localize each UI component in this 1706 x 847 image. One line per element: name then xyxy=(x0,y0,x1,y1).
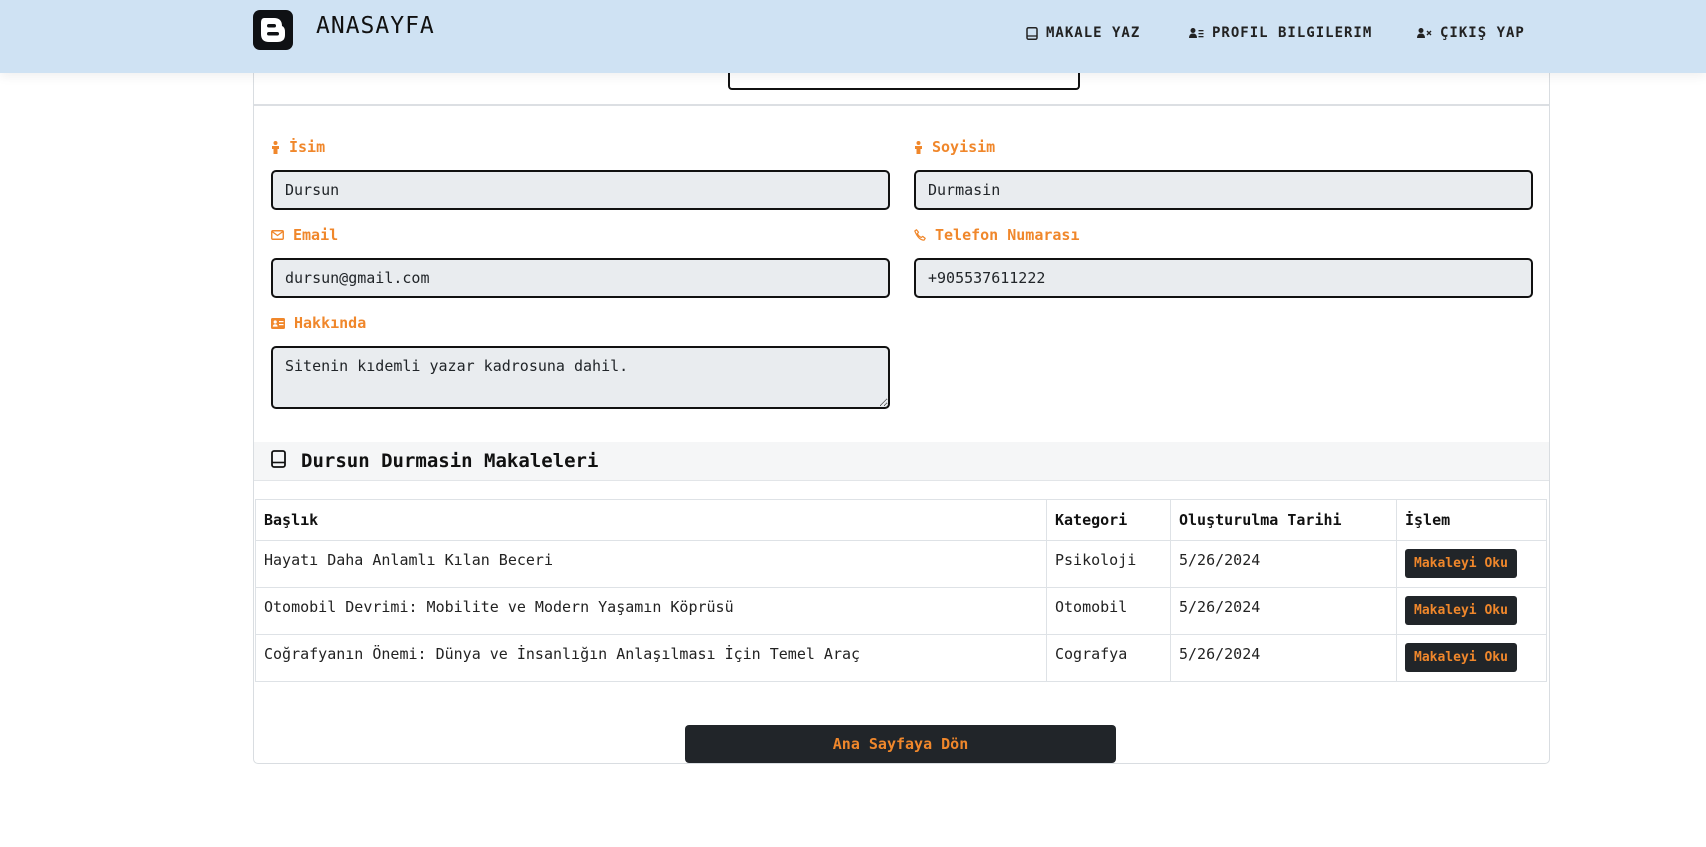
article-date-cell: 5/26/2024 xyxy=(1170,587,1397,635)
read-article-button[interactable]: Makaleyi Oku xyxy=(1405,549,1517,578)
phone-icon xyxy=(914,229,926,241)
about-label: Hakkında xyxy=(271,314,366,332)
read-article-button[interactable]: Makaleyi Oku xyxy=(1405,596,1517,625)
column-header-category: Kategori xyxy=(1046,499,1171,541)
column-header-title: Başlık xyxy=(255,499,1047,541)
articles-section-header: Dursun Durmasin Makaleleri xyxy=(254,442,1549,481)
nav-profile-info-label: PROFIL BILGILERIM xyxy=(1212,25,1373,41)
last-name-input[interactable] xyxy=(914,170,1533,210)
top-navbar: ANASAYFA MAKALE YAZ PROFIL BILGILERIM ÇI… xyxy=(0,0,1706,73)
nav-write-article-label: MAKALE YAZ xyxy=(1046,25,1141,41)
user-x-icon xyxy=(1417,28,1432,38)
email-input[interactable] xyxy=(271,258,890,298)
last-name-label: Soyisim xyxy=(914,138,995,156)
profile-card: İsim Soyisim Email Telefon Numarası xyxy=(253,66,1550,764)
first-name-label: İsim xyxy=(271,138,325,156)
article-title-cell: Otomobil Devrimi: Mobilite ve Modern Yaş… xyxy=(255,587,1047,635)
book-icon xyxy=(271,450,286,468)
column-header-date: Oluşturulma Tarihi xyxy=(1170,499,1397,541)
articles-table: Başlık Kategori Oluşturulma Tarihi İşlem… xyxy=(255,499,1547,682)
article-title-cell: Hayatı Daha Anlamlı Kılan Beceri xyxy=(255,540,1047,588)
table-row: Hayatı Daha Anlamlı Kılan Beceri Psikolo… xyxy=(255,540,1547,588)
article-category-cell: Cografya xyxy=(1046,634,1171,682)
phone-label: Telefon Numarası xyxy=(914,226,1080,244)
article-category-cell: Psikoloji xyxy=(1046,540,1171,588)
phone-input[interactable] xyxy=(914,258,1533,298)
person-icon xyxy=(915,140,922,154)
article-action-cell: Makaleyi Oku xyxy=(1396,587,1547,635)
nav-logout[interactable]: ÇIKIŞ YAP xyxy=(1417,25,1525,41)
about-textarea[interactable]: Sitenin kıdemli yazar kadrosuna dahil. xyxy=(271,346,890,409)
table-header-row: Başlık Kategori Oluşturulma Tarihi İşlem xyxy=(255,499,1547,541)
table-row: Otomobil Devrimi: Mobilite ve Modern Yaş… xyxy=(255,587,1547,635)
id-card-icon xyxy=(271,317,285,329)
envelope-icon xyxy=(271,230,284,240)
divider xyxy=(254,104,1549,106)
column-header-action: İşlem xyxy=(1396,499,1547,541)
email-label: Email xyxy=(271,226,338,244)
article-title-cell: Coğrafyanın Önemi: Dünya ve İnsanlığın A… xyxy=(255,634,1047,682)
nav-profile-info[interactable]: PROFIL BILGILERIM xyxy=(1189,25,1372,41)
brand-home-link[interactable]: ANASAYFA xyxy=(316,13,435,39)
first-name-input[interactable] xyxy=(271,170,890,210)
blogger-logo-icon[interactable] xyxy=(253,10,293,50)
table-row: Coğrafyanın Önemi: Dünya ve İnsanlığın A… xyxy=(255,634,1547,682)
nav-write-article[interactable]: MAKALE YAZ xyxy=(1026,25,1140,41)
person-icon xyxy=(272,140,279,154)
back-to-home-button[interactable]: Ana Sayfaya Dön xyxy=(685,725,1116,763)
user-list-icon xyxy=(1189,28,1204,38)
nav-logout-label: ÇIKIŞ YAP xyxy=(1440,25,1525,41)
article-action-cell: Makaleyi Oku xyxy=(1396,540,1547,588)
read-article-button[interactable]: Makaleyi Oku xyxy=(1405,643,1517,672)
article-date-cell: 5/26/2024 xyxy=(1170,634,1397,682)
articles-section-title: Dursun Durmasin Makaleleri xyxy=(301,450,599,472)
book-icon xyxy=(1026,26,1038,40)
article-action-cell: Makaleyi Oku xyxy=(1396,634,1547,682)
article-date-cell: 5/26/2024 xyxy=(1170,540,1397,588)
article-category-cell: Otomobil xyxy=(1046,587,1171,635)
